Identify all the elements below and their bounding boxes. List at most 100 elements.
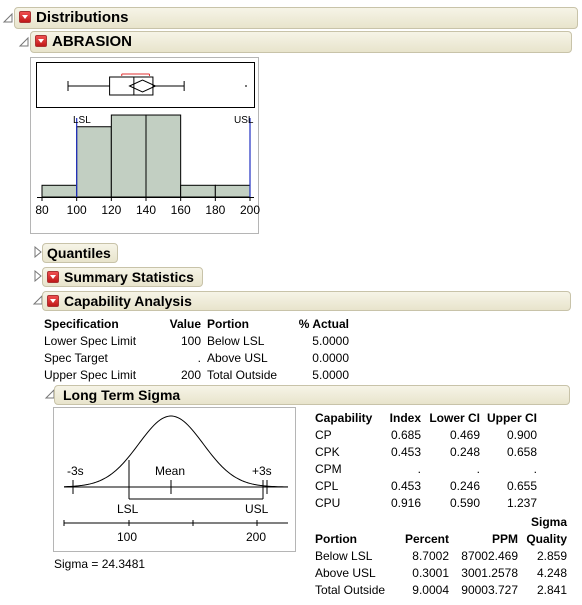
portion-cell: 4.248 [536, 566, 567, 580]
cap-header-capability: Capability [315, 411, 373, 425]
summary-statistics-header[interactable]: Summary Statistics [42, 267, 203, 287]
capability-cell: . [417, 462, 421, 476]
spec-cell: 5.0000 [312, 334, 349, 348]
portion-cell: 2.841 [536, 583, 567, 597]
tick-label-100: 100 [117, 530, 138, 544]
capability-cell: 0.655 [506, 479, 537, 493]
capability-cell: . [533, 462, 537, 476]
capability-row-label: CPU [315, 496, 341, 510]
cap-header-upper-ci: Upper CI [486, 411, 537, 425]
spec-cell: 200 [180, 368, 201, 382]
spec-cell: Above USL [207, 351, 268, 365]
spec-header-value: Value [169, 317, 201, 331]
spec-cell: 100 [180, 334, 201, 348]
spec-cell: Lower Spec Limit [44, 334, 137, 348]
minus3s-label: -3s [67, 464, 84, 478]
sigma-plot-frame: -3s Mean +3s LSL USL 100 200 [53, 407, 296, 552]
collapse-triangle-icon[interactable] [18, 36, 30, 48]
histogram-bar [76, 126, 112, 198]
spec-header-portion: Portion [207, 317, 249, 331]
capability-cell: 0.916 [390, 496, 421, 510]
spec-cell: Total Outside [207, 368, 278, 382]
summary-statistics-title: Summary Statistics [64, 269, 194, 285]
histogram-bar [110, 114, 147, 198]
x-tick-label: 180 [205, 203, 226, 217]
capability-row-label: CPK [315, 445, 340, 459]
portion-header-sigma: Sigma [530, 515, 567, 529]
capability-analysis-title: Capability Analysis [64, 293, 192, 309]
abrasion-header[interactable]: ABRASION [30, 31, 572, 53]
portion-cell: 3001.2578 [461, 566, 518, 580]
portion-header-percent: Percent [404, 532, 449, 546]
capability-cell: 0.248 [449, 445, 480, 459]
long-term-sigma-header[interactable]: Long Term Sigma [54, 385, 570, 405]
lsl-label: LSL [117, 502, 139, 516]
capability-cell: 0.685 [390, 428, 421, 442]
spec-cell: . [197, 351, 201, 365]
x-tick-label: 160 [170, 203, 191, 217]
plus3s-label: +3s [252, 464, 272, 478]
x-tick-label: 200 [240, 203, 261, 217]
cap-header-index: Index [389, 411, 421, 425]
capability-row-label: CPM [315, 462, 342, 476]
red-menu-icon[interactable] [47, 271, 59, 283]
sigma-value: Sigma = 24.3481 [54, 557, 146, 571]
red-menu-icon[interactable] [47, 295, 59, 307]
quantiles-header[interactable]: Quantiles [42, 243, 118, 263]
collapse-triangle-icon[interactable] [2, 12, 14, 24]
portion-row-label: Total Outside [315, 583, 386, 597]
spec-cell: Below LSL [207, 334, 265, 348]
spec-cell: 0.0000 [312, 351, 349, 365]
boxplot-box [109, 76, 154, 96]
red-menu-icon[interactable] [19, 11, 31, 23]
capability-cell: 0.590 [449, 496, 480, 510]
x-tick-label: 80 [35, 203, 49, 217]
capability-row-label: CPL [315, 479, 339, 493]
capability-cell: 1.237 [506, 496, 537, 510]
histogram-frame: LSL USL 80 100 120 140 160 180 200 [30, 57, 261, 234]
portion-cell: 8.7002 [412, 549, 449, 563]
histogram-bar [180, 184, 216, 198]
lsl-label: LSL [73, 115, 91, 126]
quantiles-title: Quantiles [47, 245, 111, 261]
capability-cell: 0.658 [506, 445, 537, 459]
spec-header-actual: % Actual [298, 317, 349, 331]
distributions-title: Distributions [36, 9, 129, 26]
variable-title: ABRASION [52, 33, 133, 50]
portion-header-ppm: PPM [491, 532, 518, 546]
capability-cell: 0.900 [506, 428, 537, 442]
spec-cell: 5.0000 [312, 368, 349, 382]
boxplot-outlier [245, 85, 247, 87]
capability-analysis-header[interactable]: Capability Analysis [42, 291, 571, 311]
boxplot-frame [36, 62, 255, 108]
capability-cell: 0.453 [390, 445, 421, 459]
x-tick-label: 100 [66, 203, 87, 217]
usl-label: USL [234, 115, 254, 126]
spec-cell: Upper Spec Limit [44, 368, 137, 382]
histogram-bar [214, 184, 251, 198]
portion-cell: 90003.727 [461, 583, 518, 597]
spec-cell: Spec Target [44, 351, 108, 365]
portion-cell: 9.0004 [412, 583, 449, 597]
shortest-half-bracket [121, 73, 150, 76]
spec-header-specification: Specification [44, 317, 119, 331]
histogram-bar [145, 114, 182, 198]
capability-cell: 0.469 [449, 428, 480, 442]
tick-label-200: 200 [246, 530, 267, 544]
capability-row-label: CP [315, 428, 332, 442]
histogram-bar [41, 184, 78, 198]
distributions-header[interactable]: Distributions [14, 7, 578, 29]
red-menu-icon[interactable] [35, 35, 47, 47]
portion-cell: 87002.469 [461, 549, 518, 563]
portion-row-label: Above USL [315, 566, 376, 580]
portion-cell: 0.3001 [412, 566, 449, 580]
capability-cell: 0.246 [449, 479, 480, 493]
portion-row-label: Below LSL [315, 549, 373, 563]
usl-label: USL [245, 502, 269, 516]
long-term-sigma-title: Long Term Sigma [63, 387, 181, 403]
mean-label: Mean [155, 464, 186, 478]
portion-cell: 2.859 [536, 549, 567, 563]
x-tick-label: 140 [136, 203, 157, 217]
capability-cell: 0.453 [390, 479, 421, 493]
portion-header-portion: Portion [315, 532, 357, 546]
